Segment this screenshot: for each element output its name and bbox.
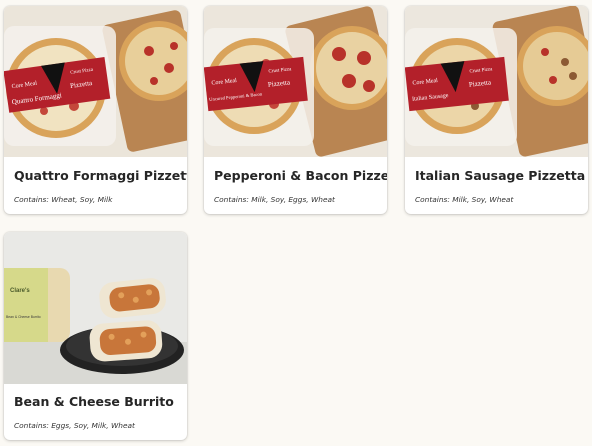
product-allergens: Contains: Milk, Soy, Eggs, Wheat — [214, 195, 335, 204]
package-brand: Clare's — [10, 288, 30, 294]
product-image: Core Meal Crust Pizza Uncured Pepperoni … — [204, 6, 387, 157]
product-grid: Core Meal Crust Pizza Quattro Formaggi P… — [0, 0, 592, 446]
product-card-quattro-formaggi[interactable]: Core Meal Crust Pizza Quattro Formaggi P… — [4, 6, 187, 214]
product-title[interactable]: Quattro Formaggi Pizzetta — [14, 168, 187, 183]
product-image: Clare's Bean & Cheese Burrito — [4, 232, 187, 384]
product-title[interactable]: Pepperoni & Bacon Pizzetta — [214, 168, 387, 183]
product-image: Core Meal Crust Pizza Italian Sausage Pi… — [405, 6, 588, 157]
product-title[interactable]: Italian Sausage Pizzetta — [415, 168, 585, 183]
package-label: Bean & Cheese Burrito — [6, 315, 41, 319]
product-title[interactable]: Bean & Cheese Burrito — [14, 394, 181, 409]
product-allergens: Contains: Eggs, Soy, Milk, Wheat — [14, 421, 135, 430]
product-card-italian-sausage[interactable]: Core Meal Crust Pizza Italian Sausage Pi… — [405, 6, 588, 214]
product-allergens: Contains: Milk, Soy, Wheat — [415, 195, 514, 204]
product-allergens: Contains: Wheat, Soy, Milk — [14, 195, 113, 204]
burrito-package: Clare's Bean & Cheese Burrito — [4, 268, 70, 342]
product-image: Core Meal Crust Pizza Quattro Formaggi P… — [4, 6, 187, 157]
product-card-bean-cheese-burrito[interactable]: Clare's Bean & Cheese Burrito Bean & Che… — [4, 232, 187, 440]
product-card-pepperoni-bacon[interactable]: Core Meal Crust Pizza Uncured Pepperoni … — [204, 6, 387, 214]
